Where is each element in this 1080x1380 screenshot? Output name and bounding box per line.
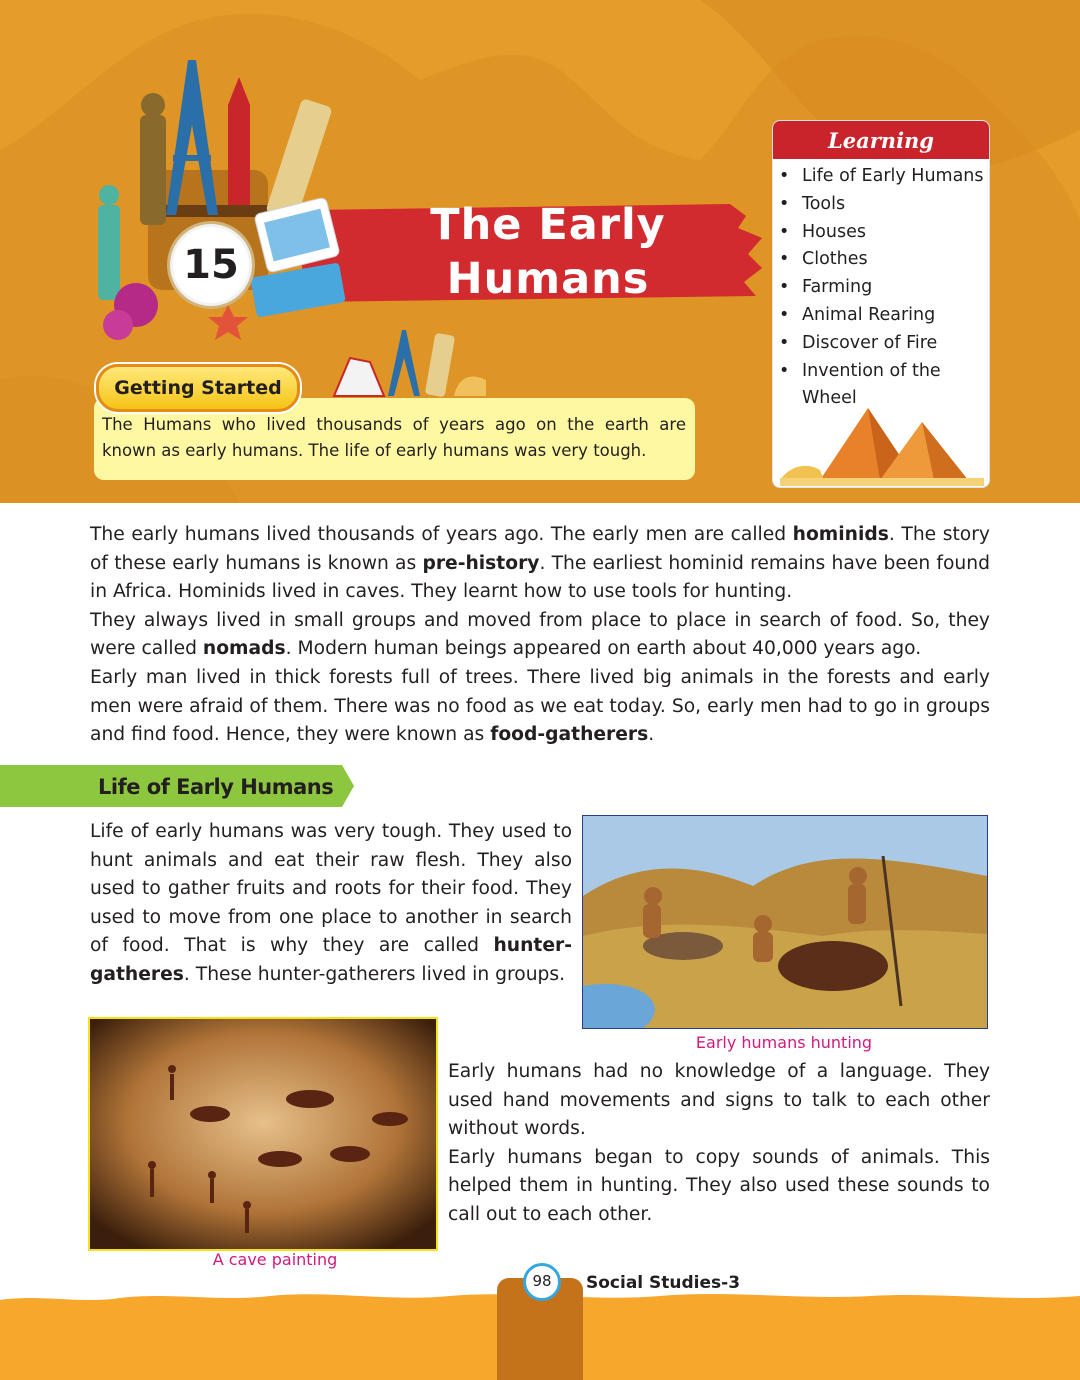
early-humans-hunting-image (582, 815, 988, 1029)
intro-paragraph-1: The early humans lived thousands of year… (90, 524, 990, 603)
language-text: Early humans had no knowledge of a langu… (448, 1058, 990, 1230)
term-nomads: nomads (202, 638, 286, 660)
bullet-icon: • (779, 249, 790, 270)
learning-outcomes-list: • Life of Early Humans • Tools • Houses • Cl… (773, 163, 989, 413)
chapter-title: The Early Humans (330, 198, 766, 306)
cave-painting-image (88, 1017, 438, 1251)
language-paragraph: Early humans had no knowledge of a langu… (448, 1061, 990, 1140)
page-number: 98 (523, 1263, 561, 1301)
bullet-icon: • (779, 166, 790, 186)
outcome-text: Tools (802, 193, 846, 214)
getting-started-label: Getting Started (96, 364, 300, 412)
hunting-illustration (583, 816, 987, 1028)
chapter-number-badge: 15 (170, 224, 252, 306)
pyramids-icon (780, 408, 984, 486)
outcome-item: • Clothes (773, 246, 989, 274)
outcome-text: Life of Early Humans (802, 166, 984, 186)
chapter-title-line2: Humans (446, 254, 650, 304)
chapter-title-line1: The Early (430, 200, 666, 250)
getting-started-label-text: Getting Started (114, 377, 282, 399)
intro-paragraph-2: They always lived in small groups and mo… (90, 609, 990, 660)
cave-painting-illustration (90, 1019, 436, 1249)
chapter-number: 15 (183, 242, 239, 288)
intro-paragraph-3: Early man lived in thick forests full of… (90, 666, 990, 746)
term-hominids: hominids (792, 524, 889, 545)
outcome-text: Animal Rearing (802, 304, 936, 325)
life-paragraph: Life of early humans was very tough. The… (90, 821, 572, 985)
outcome-item: • Invention of the (773, 358, 989, 386)
outcome-item: • Discover of Fire (773, 330, 989, 358)
book-title: Social Studies-3 (586, 1273, 741, 1293)
getting-started-text: The Humans who lived thousands of years … (102, 415, 686, 460)
outcome-item: • Farming (773, 274, 989, 302)
bullet-icon: • (779, 304, 790, 325)
intro-text: The early humans lived thousands of year… (90, 521, 990, 750)
term-food-gatherers: food-gatherers (490, 724, 649, 746)
page-number-text: 98 (532, 1272, 552, 1290)
outcome-item: • Tools (773, 191, 989, 219)
outcome-text: Invention of the (802, 360, 941, 381)
outcome-item: • Houses (773, 219, 989, 247)
bullet-icon: • (779, 332, 790, 353)
bullet-icon: • (779, 221, 790, 242)
outcome-text: Farming (802, 277, 873, 298)
outcome-text: Houses (802, 221, 866, 242)
life-text: Life of early humans was very tough. The… (90, 818, 572, 990)
outcome-text: Clothes (802, 249, 868, 270)
bullet-icon: • (779, 360, 790, 381)
outcome-item: • Animal Rearing (773, 302, 989, 330)
cave-caption: A cave painting (212, 1250, 338, 1269)
outcome-text: Discover of Fire (802, 332, 938, 353)
term-pre-history: pre-history (422, 552, 540, 574)
bullet-icon: • (779, 193, 790, 214)
bullet-icon: • (779, 277, 790, 298)
sounds-paragraph: Early humans began to copy sounds of ani… (448, 1146, 990, 1225)
section-heading: Life of Early Humans (98, 775, 334, 799)
chapter-header: The Early Humans 15 The Humans who lived… (0, 0, 1080, 503)
outcome-item: • Life of Early Humans (773, 163, 989, 191)
hunting-caption: Early humans hunting (695, 1033, 873, 1052)
small-landmarks-icon (332, 330, 486, 397)
